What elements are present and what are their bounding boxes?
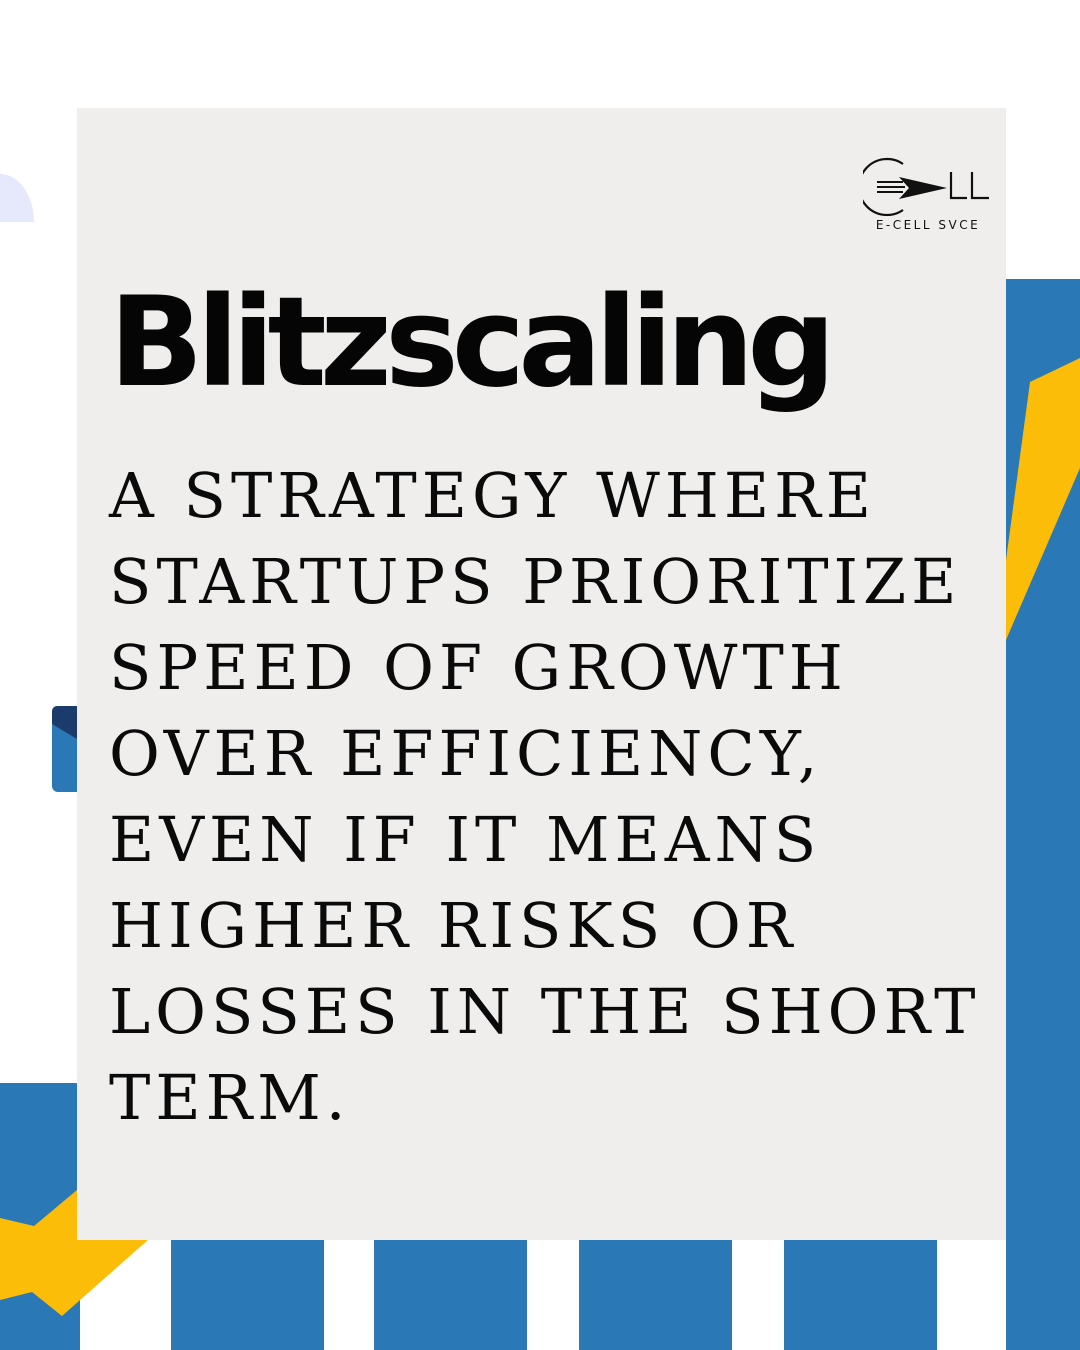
definition-line: STARTUPS PRIORITIZE (109, 545, 962, 618)
content-card: E-CELL SVCE Blitzscaling A STRATEGY WHER… (77, 108, 1006, 1240)
bottom-blue-bar-4 (784, 1240, 937, 1350)
page-title: Blitzscaling (109, 271, 836, 415)
ecell-logo: E-CELL SVCE (863, 152, 993, 238)
definition-line: EVEN IF IT MEANS (109, 803, 822, 876)
bottom-blue-bar-2 (374, 1240, 527, 1350)
lavender-semicircle-shape (0, 174, 34, 222)
bottom-blue-bar-1 (171, 1240, 324, 1350)
definition-line: OVER EFFICIENCY, (109, 717, 823, 790)
definition-line: TERM. (109, 1061, 351, 1134)
definition-line: SPEED OF GROWTH (109, 631, 848, 704)
definition-line: A STRATEGY WHERE (109, 459, 877, 532)
definition-line: LOSSES IN THE SHORT (109, 975, 981, 1048)
definition-text: A STRATEGY WHERE STARTUPS PRIORITIZE SPE… (109, 453, 999, 1141)
bottom-blue-bar-3 (579, 1240, 732, 1350)
definition-line: HIGHER RISKS OR (109, 889, 798, 962)
ecell-logo-mark-icon (863, 157, 989, 216)
bottom-white-gap (122, 1240, 171, 1350)
logo-caption: E-CELL SVCE (875, 218, 981, 232)
